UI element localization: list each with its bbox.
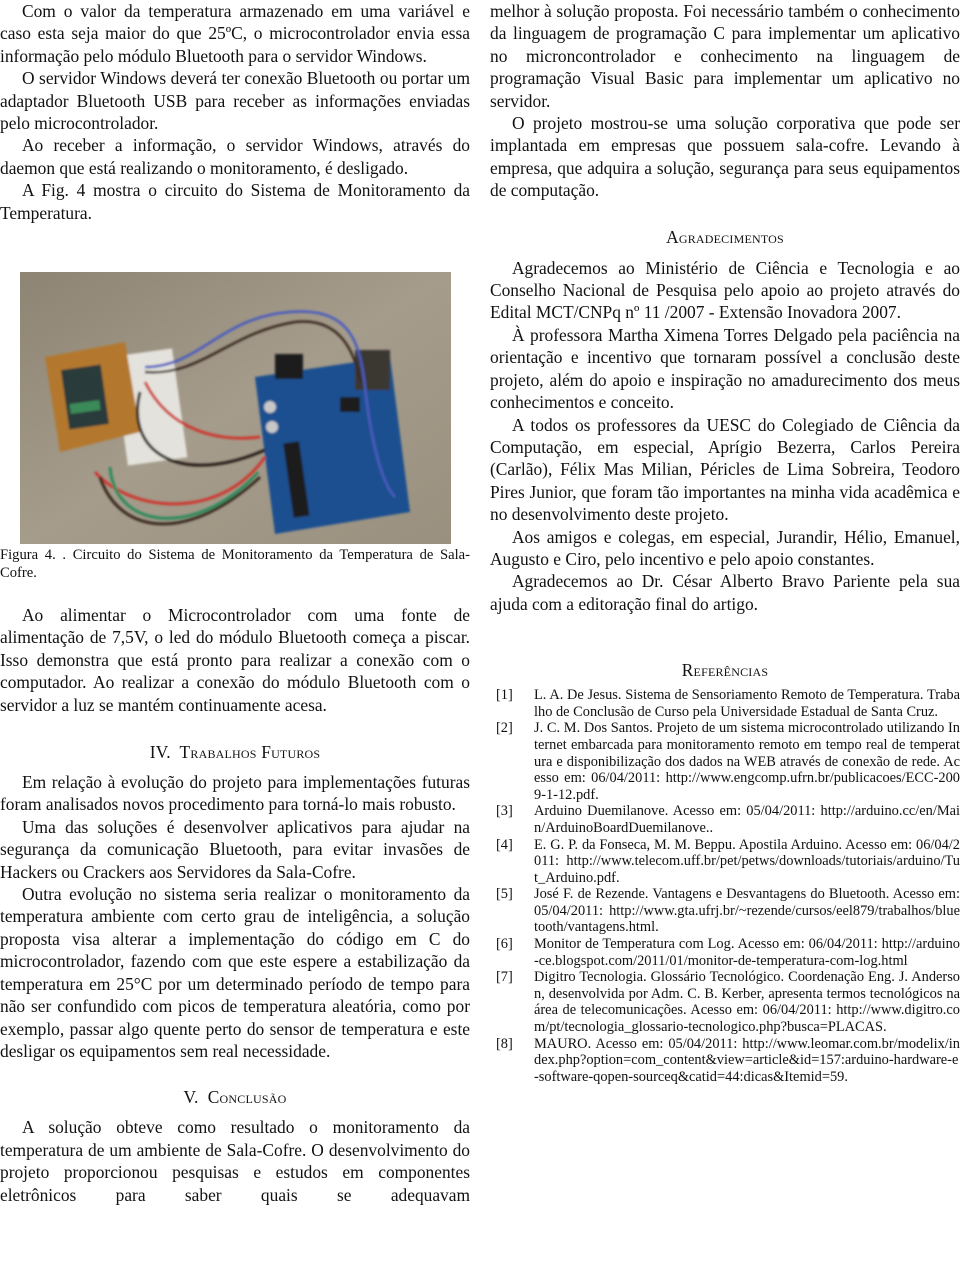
- left-column-lower: Ao alimentar o Microcontrolador com uma …: [0, 604, 470, 1206]
- reference-number: [1]: [496, 687, 513, 704]
- reference-item: [3] Arduino Duemilanove. Acesso em: 05/0…: [490, 803, 960, 836]
- reference-number: [5]: [496, 886, 513, 903]
- paragraph: O projeto mostrou-se uma solução corpora…: [490, 113, 960, 201]
- reference-text: Arduino Duemilanove. Acesso em: 05/04/20…: [534, 803, 960, 836]
- reference-item: [5] José F. de Rezende. Vantagens e Desv…: [490, 886, 960, 936]
- reference-text: J. C. M. Dos Santos. Projeto de um siste…: [534, 720, 960, 803]
- paragraph: À professora Martha Ximena Torres Delgad…: [490, 324, 960, 413]
- reference-number: [3]: [496, 803, 513, 820]
- reference-item: [2] J. C. M. Dos Santos. Projeto de um s…: [490, 720, 960, 803]
- reference-text: L. A. De Jesus. Sistema de Sensoriamento…: [534, 687, 960, 720]
- section-heading-acknowledgements: Agradecimentos: [666, 226, 784, 247]
- figure-4-photo: [20, 272, 451, 544]
- figure-caption: Figura 4. . Circuito do Sistema de Monit…: [0, 547, 470, 581]
- reference-text: E. G. P. da Fonseca, M. M. Beppu. Aposti…: [534, 836, 960, 886]
- paragraph: Com o valor da temperatura armazenado em…: [0, 1, 470, 66]
- reference-item: [4] E. G. P. da Fonseca, M. M. Beppu. Ap…: [490, 837, 960, 887]
- paragraph: Agradecemos ao Ministério de Ciência e T…: [490, 257, 960, 323]
- figure-caption-container: Figura 4. . Circuito do Sistema de Monit…: [0, 546, 470, 582]
- paragraph: Ao receber a informação, o servidor Wind…: [0, 135, 470, 178]
- section-heading-iv: IV. Trabalhos Futuros: [149, 742, 321, 763]
- section-heading-v: V. Conclusão: [183, 1087, 287, 1108]
- section-heading-references: Referências: [681, 660, 769, 681]
- right-column: melhor à solução proposta. Foi necessári…: [490, 0, 960, 1085]
- paragraph: A todos os professores da UESC do Colegi…: [490, 414, 960, 525]
- reference-text: Monitor de Temperatura com Log. Acesso e…: [534, 936, 960, 969]
- paragraph: A solução obteve como resultado o monito…: [0, 1117, 470, 1205]
- paragraph: Agradecemos ao Dr. César Alberto Bravo P…: [490, 571, 960, 614]
- reference-text: José F. de Rezende. Vantagens e Desvanta…: [534, 886, 960, 936]
- reference-number: [4]: [496, 836, 513, 853]
- bluetooth-module: [61, 364, 109, 430]
- reference-number: [2]: [496, 720, 513, 737]
- reference-item: [7] Digitro Tecnologia. Glossário Tecnol…: [490, 969, 960, 1035]
- paragraph: A Fig. 4 mostra o circuito do Sistema de…: [0, 180, 470, 223]
- paragraph: Outra evolução no sistema seria realizar…: [0, 884, 470, 1061]
- reference-item: [6] Monitor de Temperatura com Log. Aces…: [490, 936, 960, 969]
- paragraph: melhor à solução proposta. Foi necessári…: [490, 1, 960, 111]
- paragraph: Aos amigos e colegas, em especial, Juran…: [490, 526, 960, 569]
- power-jack: [275, 354, 303, 379]
- paragraph: Ao alimentar o Microcontrolador com uma …: [0, 605, 470, 715]
- paragraph: Uma das soluções é desenvolver aplicativ…: [0, 816, 470, 882]
- reference-number: [8]: [496, 1035, 513, 1052]
- reference-number: [6]: [496, 936, 513, 953]
- reference-text: MAURO. Acesso em: 05/04/2011: http://www…: [534, 1035, 960, 1085]
- references-list: [1] L. A. De Jesus. Sistema de Sensoriam…: [490, 687, 960, 1085]
- paragraph: Em relação à evolução do projeto para im…: [0, 772, 470, 815]
- reference-text: Digitro Tecnologia. Glossário Tecnológic…: [534, 969, 960, 1036]
- reference-item: [1] L. A. De Jesus. Sistema de Sensoriam…: [490, 687, 960, 720]
- reference-number: [7]: [496, 969, 513, 986]
- paragraph: O servidor Windows deverá ter conexão Bl…: [0, 68, 470, 134]
- reference-item: [8] MAURO. Acesso em: 05/04/2011: http:/…: [490, 1036, 960, 1086]
